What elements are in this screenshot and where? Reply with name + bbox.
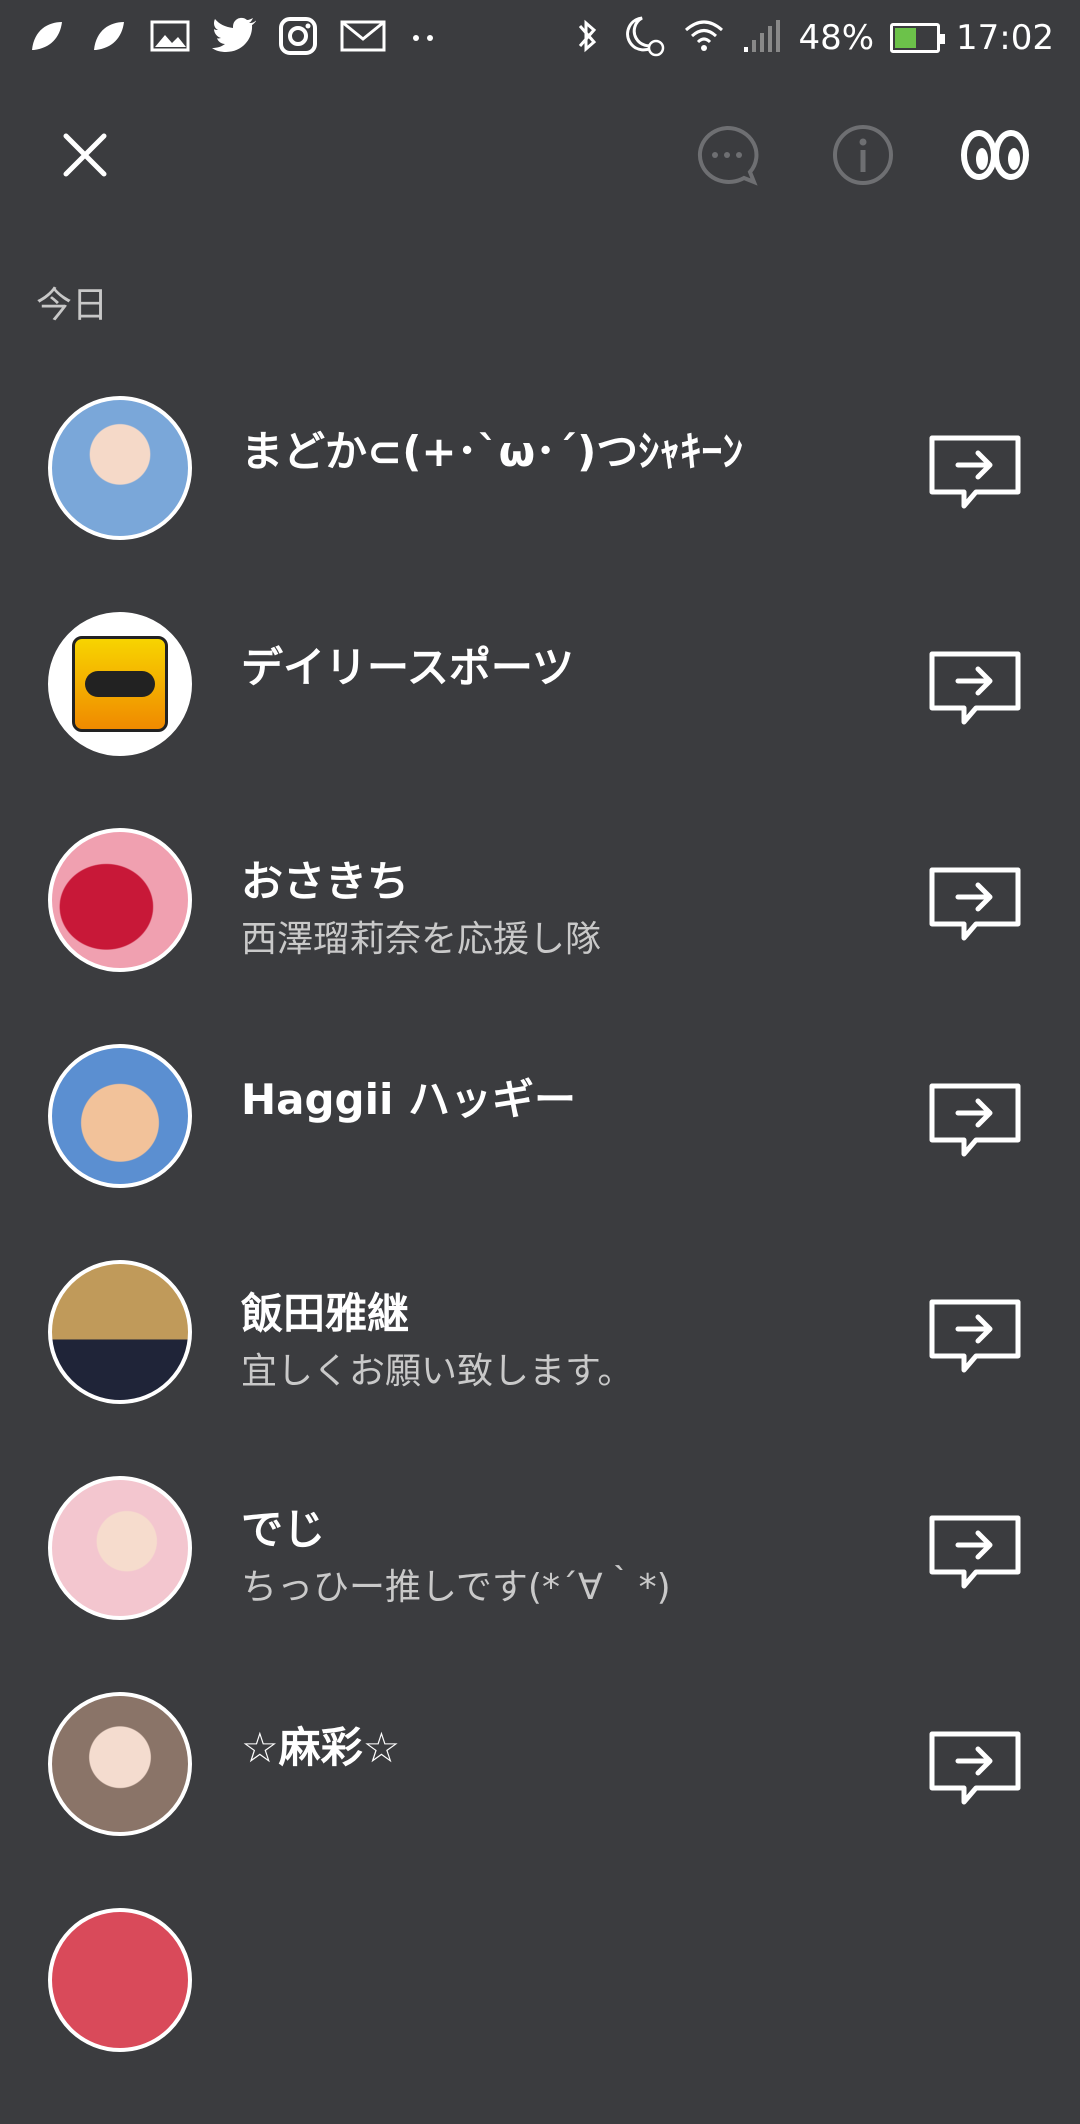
contact-status-message: 西澤瑠莉奈を応援し隊 (241, 919, 602, 960)
chat-button[interactable] (682, 110, 772, 200)
contact-row[interactable]: 飯田雅継 宜しくお願い致します。 (0, 1260, 1080, 1476)
moon-alarm-icon (622, 14, 666, 62)
bluetooth-icon (566, 16, 606, 60)
avatar (48, 828, 192, 972)
gallery-icon (150, 19, 190, 57)
share-arrow-icon (929, 1731, 1021, 1805)
share-arrow-icon (929, 1299, 1021, 1373)
leaf-icon (26, 16, 66, 60)
contact-status-message: 宜しくお願い致します。 (241, 1351, 634, 1392)
top-toolbar (0, 110, 1080, 200)
contact-list: まどか⊂(+･`ω･´)つｼｬｷｰﾝ デイリースポーツ おさきち 西澤瑠莉奈を応… (0, 396, 1080, 2124)
contact-name: デイリースポーツ (241, 643, 575, 692)
info-icon (833, 125, 893, 185)
close-button[interactable] (40, 110, 130, 200)
avatar (48, 396, 192, 540)
avatar (48, 1476, 192, 1620)
contact-row[interactable]: おさきち 西澤瑠莉奈を応援し隊 (0, 828, 1080, 1044)
section-label-today: 今日 (36, 285, 109, 326)
mail-icon (340, 19, 386, 57)
clock: 17:02 (956, 18, 1054, 58)
contact-name: でじ (241, 1505, 326, 1554)
battery-percent: 48% (798, 18, 875, 58)
share-arrow-icon (929, 651, 1021, 725)
share-button[interactable] (928, 1514, 1022, 1592)
contact-status-message: ちっひー推しです(*´∀｀*) (241, 1567, 671, 1608)
signal-icon (742, 19, 782, 57)
chat-bubble-icon (697, 125, 759, 186)
share-button[interactable] (928, 434, 1022, 512)
contact-name: おさきち (241, 857, 410, 906)
info-button[interactable] (818, 110, 908, 200)
contact-name: 飯田雅継 (241, 1289, 410, 1338)
share-arrow-icon (929, 1515, 1021, 1589)
contact-name: ☆麻彩☆ (241, 1723, 401, 1772)
contact-row[interactable]: まどか⊂(+･`ω･´)つｼｬｷｰﾝ (0, 396, 1080, 612)
contact-row[interactable]: でじ ちっひー推しです(*´∀｀*) (0, 1476, 1080, 1692)
contact-name: Haggii ハッギー (241, 1075, 577, 1124)
notification-icons (26, 16, 460, 60)
avatar (48, 612, 192, 756)
contact-name: まどか⊂(+･`ω･´)つｼｬｷｰﾝ (241, 427, 744, 476)
contact-row[interactable]: ☆麻彩☆ (0, 1692, 1080, 1908)
more-dots-icon (408, 29, 438, 48)
share-button[interactable] (928, 650, 1022, 728)
avatar (48, 1260, 192, 1404)
close-icon (63, 133, 107, 177)
contact-row-partial[interactable] (0, 1908, 1080, 2124)
battery-icon (890, 23, 946, 53)
share-arrow-icon (929, 867, 1021, 941)
eyes-button[interactable] (950, 110, 1040, 200)
share-button[interactable] (928, 1082, 1022, 1160)
system-status: 48% 17:02 (550, 14, 1054, 62)
instagram-icon (278, 16, 318, 60)
share-arrow-icon (929, 1083, 1021, 1157)
avatar (48, 1692, 192, 1836)
status-bar: 48% 17:02 (0, 0, 1080, 76)
contact-row[interactable]: デイリースポーツ (0, 612, 1080, 828)
share-button[interactable] (928, 866, 1022, 944)
share-button[interactable] (928, 1730, 1022, 1808)
wifi-icon (682, 16, 726, 60)
leaf-icon (88, 16, 128, 60)
eyes-icon (961, 130, 1029, 180)
share-button[interactable] (928, 1298, 1022, 1376)
avatar (48, 1908, 192, 2052)
avatar (48, 1044, 192, 1188)
contact-row[interactable]: Haggii ハッギー (0, 1044, 1080, 1260)
twitter-icon (212, 17, 257, 59)
share-arrow-icon (929, 435, 1021, 509)
